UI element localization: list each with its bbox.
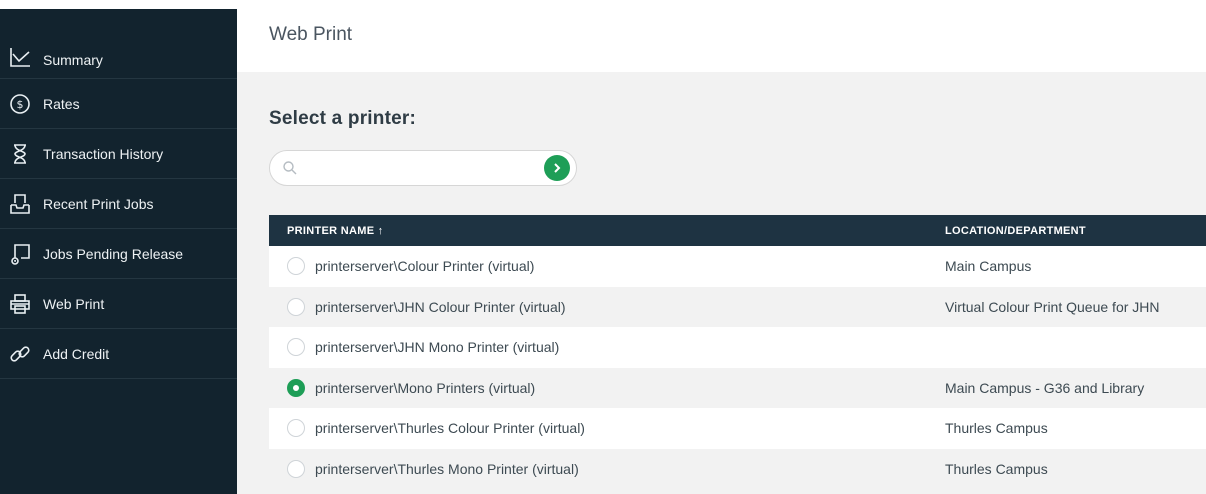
column-header-location[interactable]: LOCATION/DEPARTMENT — [945, 225, 1086, 237]
sidebar-item-label: Add Credit — [43, 345, 110, 362]
printer-radio[interactable] — [287, 257, 305, 275]
table-row[interactable]: printerserver\Thurles Mono Printer (virt… — [269, 448, 1206, 489]
sidebar-item-summary[interactable]: Summary — [0, 9, 237, 79]
sidebar-item-label: Jobs Pending Release — [43, 245, 184, 262]
sidebar-item-jobs-pending-release[interactable]: Jobs Pending Release — [0, 229, 237, 279]
printer-location: Thurles Campus — [945, 420, 1048, 436]
table-row[interactable]: printerserver\JHN Colour Printer (virtua… — [269, 286, 1206, 327]
column-header-printer-name[interactable]: PRINTER NAME ↑ — [287, 225, 383, 237]
print-release-icon — [9, 243, 31, 265]
sidebar-item-label: Summary — [43, 52, 103, 68]
table-row[interactable]: printerserver\Thurles Colour Printer (vi… — [269, 408, 1206, 449]
table-body: printerserver\Colour Printer (virtual) Ma… — [269, 246, 1206, 489]
printer-name: printerserver\Mono Printers (virtual) — [315, 379, 536, 396]
table-row[interactable]: printerserver\Colour Printer (virtual) Ma… — [269, 246, 1206, 287]
printer-radio[interactable] — [287, 338, 305, 356]
sidebar-item-label: Rates — [43, 95, 80, 112]
sidebar-item-label: Web Print — [43, 295, 105, 312]
printer-radio[interactable] — [287, 297, 305, 316]
inbox-tray-icon — [9, 193, 31, 215]
printer-location: Main Campus — [945, 258, 1032, 274]
svg-text:$: $ — [17, 98, 24, 111]
sidebar: Summary $ Rates Transaction History Rece… — [0, 9, 237, 494]
printer-radio[interactable] — [287, 459, 305, 478]
printer-location: Main Campus - G36 and Library — [945, 379, 1145, 396]
table-header: PRINTER NAME ↑ LOCATION/DEPARTMENT — [269, 215, 1206, 246]
sidebar-item-label: Transaction History — [43, 145, 164, 162]
printer-name: printerserver\JHN Colour Printer (virtua… — [315, 298, 566, 315]
search-box — [269, 150, 577, 186]
chart-line-icon — [9, 46, 31, 68]
dollar-circle-icon: $ — [9, 93, 31, 115]
top-bar: Web Print — [237, 0, 1206, 72]
sidebar-item-add-credit[interactable]: Add Credit — [0, 329, 237, 379]
sidebar-item-web-print[interactable]: Web Print — [0, 279, 237, 329]
printer-radio[interactable] — [287, 378, 305, 397]
printer-name: printerserver\Colour Printer (virtual) — [315, 258, 535, 274]
search-submit-button[interactable] — [544, 155, 570, 181]
search-input[interactable] — [306, 157, 530, 181]
sidebar-item-rates[interactable]: $ Rates — [0, 79, 237, 129]
printer-name: printerserver\JHN Mono Printer (virtual) — [315, 339, 560, 355]
table-row[interactable]: printerserver\JHN Mono Printer (virtual) — [269, 327, 1206, 368]
sidebar-item-transaction-history[interactable]: Transaction History — [0, 129, 237, 179]
select-printer-heading: Select a printer: — [269, 108, 417, 129]
printer-name: printerserver\Thurles Colour Printer (vi… — [315, 420, 585, 436]
search-icon — [282, 160, 298, 176]
printer-table: PRINTER NAME ↑ LOCATION/DEPARTMENT print… — [269, 215, 1206, 489]
sidebar-item-recent-print-jobs[interactable]: Recent Print Jobs — [0, 179, 237, 229]
sidebar-item-label: Recent Print Jobs — [43, 195, 154, 212]
printer-icon — [9, 293, 31, 315]
page-title: Web Print — [269, 24, 353, 45]
link-icon — [9, 343, 31, 365]
printer-location: Virtual Colour Print Queue for JHN — [945, 298, 1160, 315]
printer-name: printerserver\Thurles Mono Printer (virt… — [315, 460, 579, 477]
chevron-right-icon — [554, 163, 561, 173]
main-content: Web Print Select a printer: PRINTER NAME… — [237, 0, 1206, 494]
printer-location: Thurles Campus — [945, 460, 1048, 477]
table-row[interactable]: printerserver\Mono Printers (virtual) Mai… — [269, 367, 1206, 408]
printer-radio[interactable] — [287, 419, 305, 437]
hourglass-icon — [9, 143, 31, 165]
